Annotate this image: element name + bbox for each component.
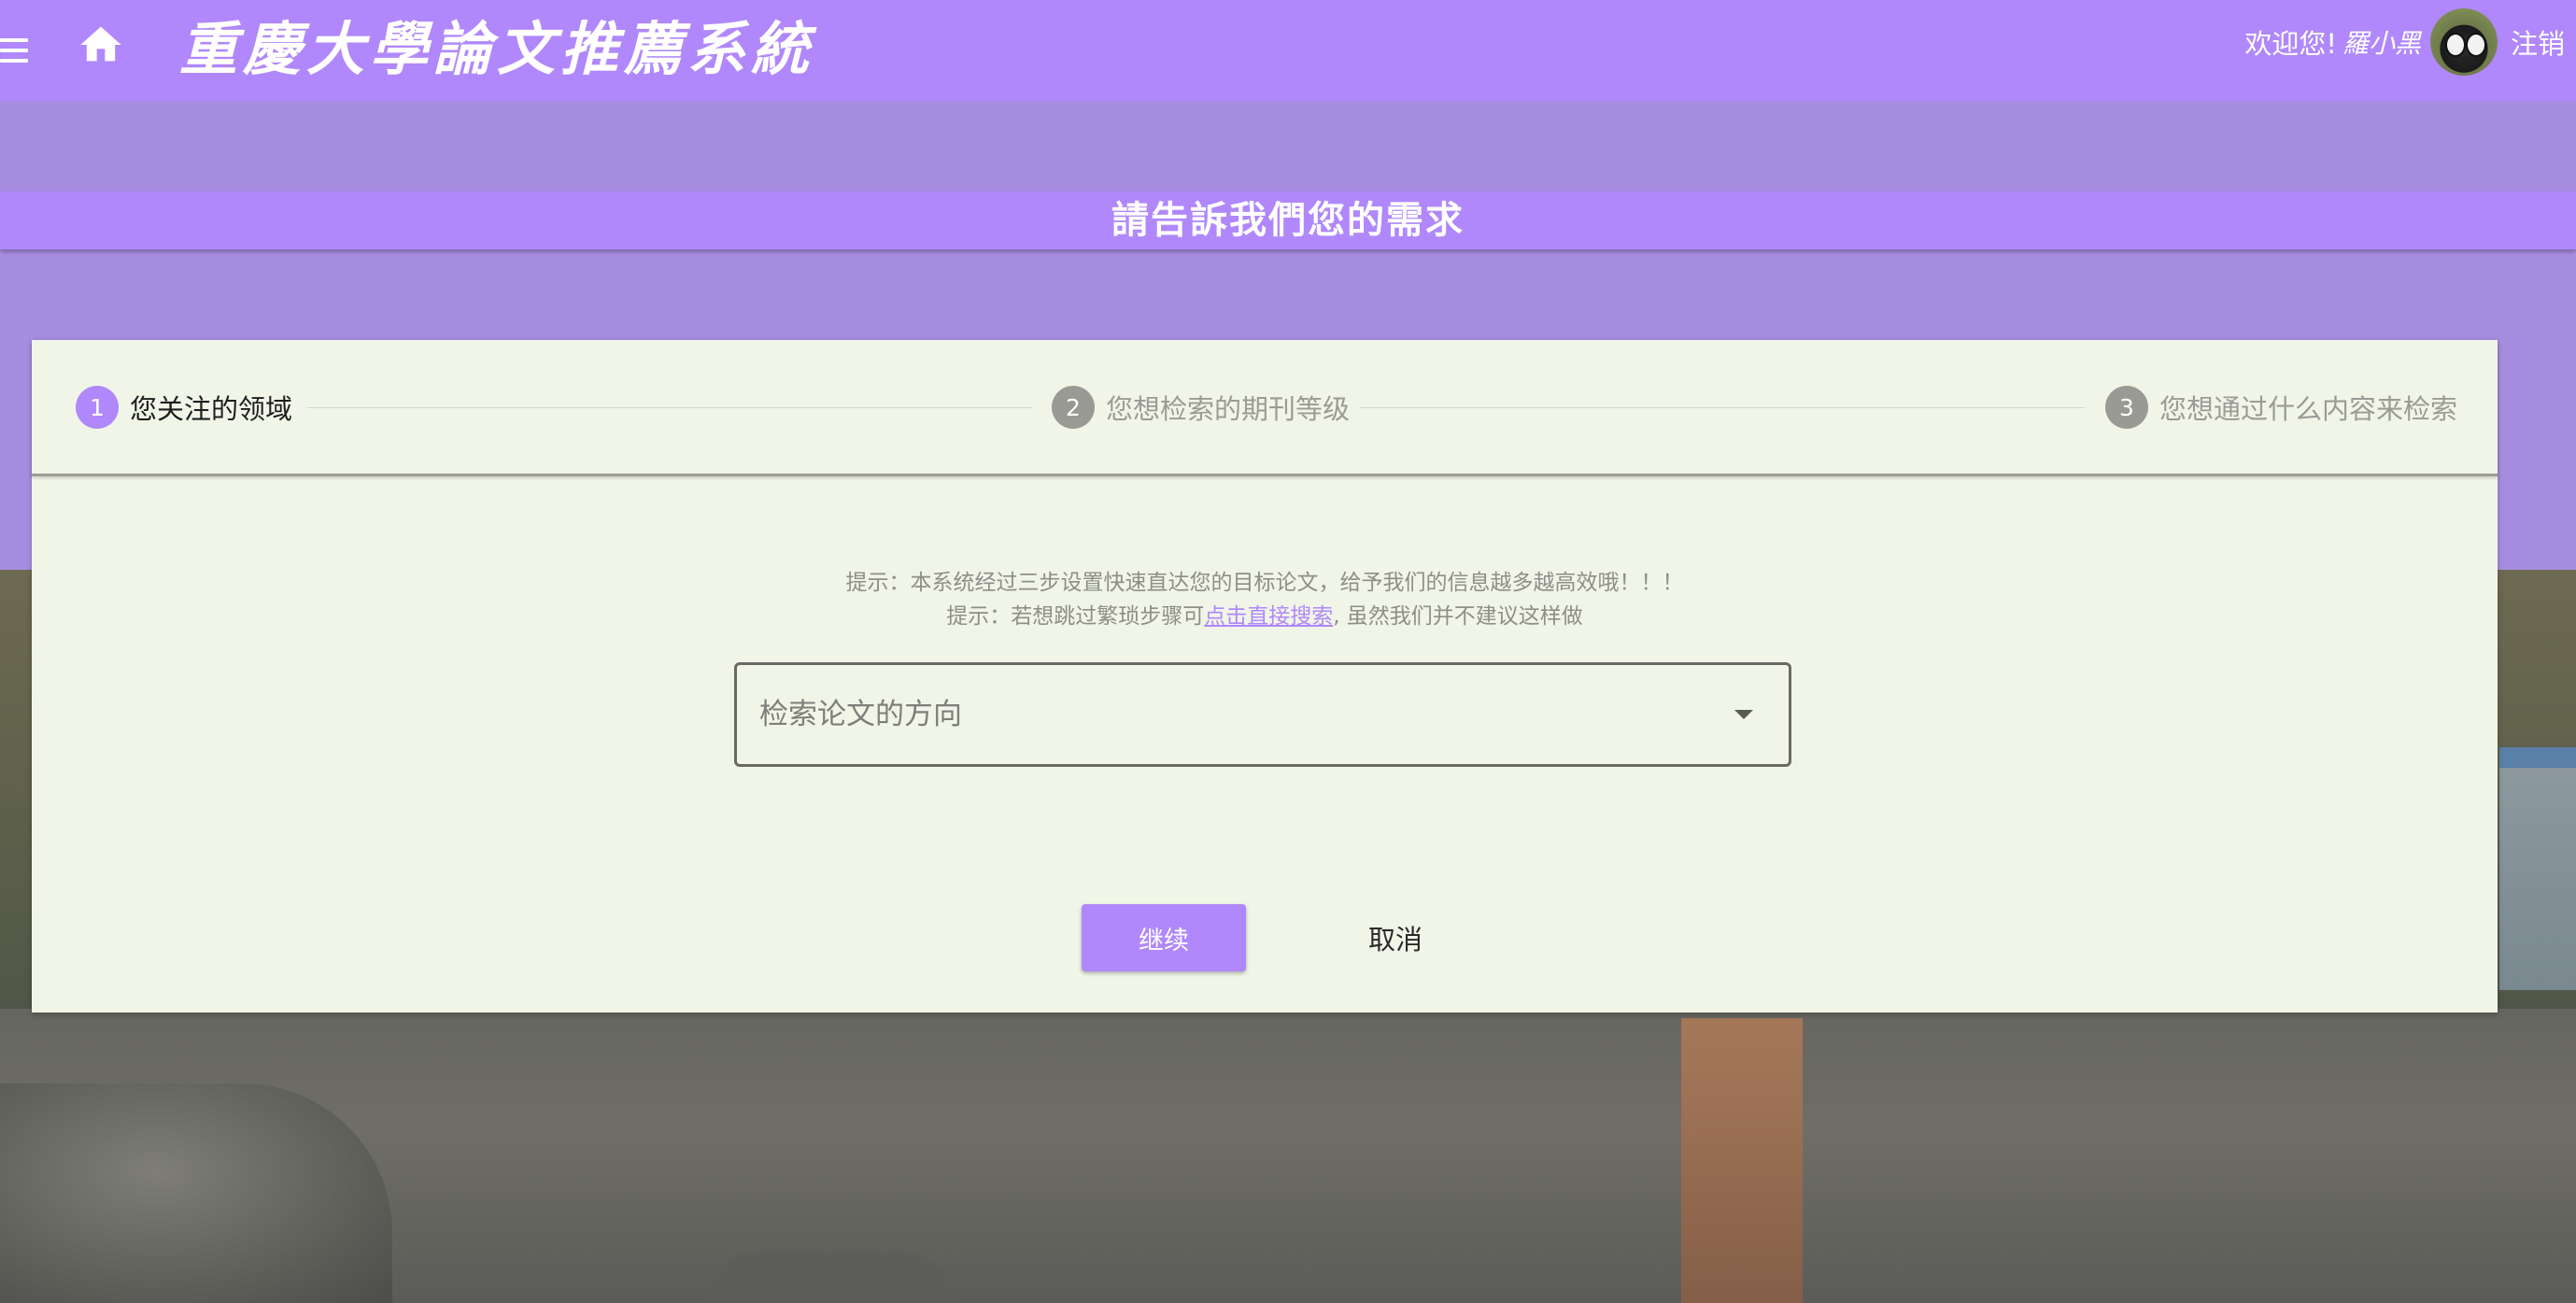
chevron-down-icon: [1734, 710, 1753, 719]
step-3[interactable]: 3 您想通过什么内容来检索: [2105, 384, 2457, 431]
section-title-bar: 請告訴我們您的需求: [0, 191, 2576, 249]
direction-select-placeholder: 检索论文的方向: [759, 698, 962, 731]
background-rocks: [0, 1083, 392, 1303]
hint-suffix: , 虽然我们并不建议这样做: [1333, 604, 1583, 629]
background-building-roof: [2499, 747, 2576, 768]
step-connector: [307, 407, 1032, 408]
welcome-text: 欢迎您!: [2244, 28, 2337, 60]
stepper-card: 1 您关注的领域 2 您想检索的期刊等级 3 您想通过什么内容来检索 提示：本系…: [32, 340, 2498, 1013]
app-title: 重慶大學論文推薦系統: [179, 15, 815, 83]
username: 羅小黑: [2342, 28, 2421, 59]
avatar-eye: [2465, 33, 2486, 57]
cancel-button[interactable]: 取消: [1311, 904, 1479, 971]
top-app-bar: 重慶大學論文推薦系統 欢迎您! 羅小黑 注销: [0, 0, 2576, 101]
step-number: 3: [2105, 386, 2148, 429]
step-connector: [1360, 407, 2085, 408]
avatar[interactable]: [2429, 8, 2498, 76]
menu-icon[interactable]: [0, 22, 32, 78]
step-number: 2: [1052, 386, 1095, 429]
background-rock: [710, 1252, 953, 1303]
background-reflection: [1681, 1018, 1803, 1303]
section-title: 請告訴我們您的需求: [1111, 198, 1465, 242]
direction-select[interactable]: 检索论文的方向: [734, 662, 1791, 767]
avatar-eye: [2444, 33, 2466, 57]
user-area: 欢迎您! 羅小黑 注销: [2244, 0, 2565, 84]
hint-prefix: 提示：若想跳过繁琐步骤可: [946, 604, 1205, 629]
stepper-header: 1 您关注的领域 2 您想检索的期刊等级 3 您想通过什么内容来检索: [32, 340, 2498, 476]
background-building: [2499, 747, 2576, 990]
hint-text: 提示：本系统经过三步设置快速直达您的目标论文，给予我们的信息越多越高效哦！！！: [845, 571, 1684, 595]
step-label: 您关注的领域: [130, 393, 293, 425]
step-2[interactable]: 2 您想检索的期刊等级: [1052, 384, 1350, 431]
step-1[interactable]: 1 您关注的领域: [76, 384, 292, 431]
step-label: 您想检索的期刊等级: [1106, 393, 1351, 425]
continue-button[interactable]: 继续: [1082, 904, 1246, 971]
hint-text-skip: 提示：若想跳过繁琐步骤可点击直接搜索, 虽然我们并不建议这样做: [32, 598, 2498, 630]
step-label: 您想通过什么内容来检索: [2159, 393, 2458, 425]
logout-link[interactable]: 注销: [2511, 22, 2565, 62]
direct-search-link[interactable]: 点击直接搜索: [1204, 604, 1333, 629]
step-number: 1: [76, 386, 119, 429]
home-icon[interactable]: [77, 21, 125, 69]
